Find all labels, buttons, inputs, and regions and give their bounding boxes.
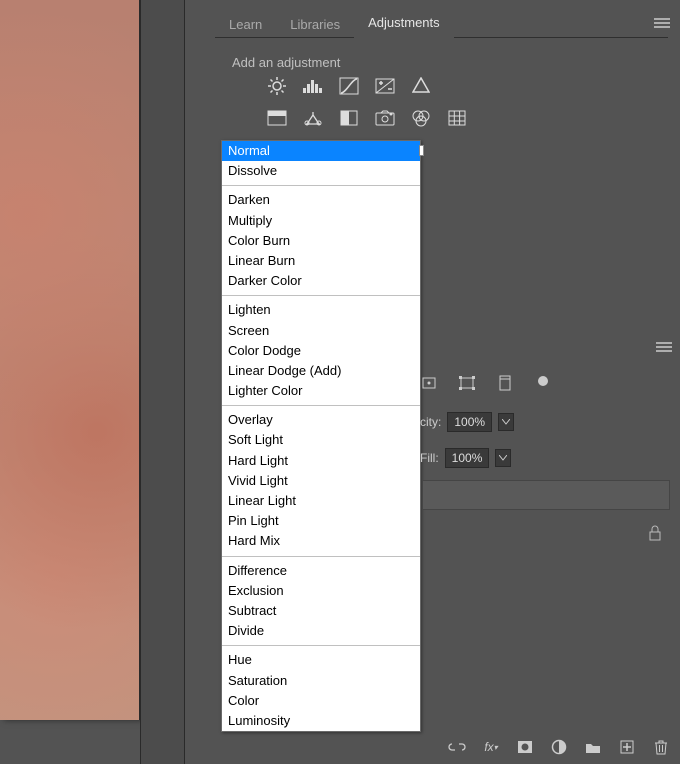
blend-mode-option[interactable]: Subtract (222, 601, 420, 621)
layers-filter-icons (420, 375, 552, 391)
tab-libraries[interactable]: Libraries (276, 10, 354, 39)
blend-mode-option[interactable]: Soft Light (222, 430, 420, 450)
blend-mode-option[interactable]: Multiply (222, 211, 420, 231)
dropdown-separator (222, 295, 420, 296)
lock-icon[interactable] (648, 525, 662, 544)
blend-mode-option[interactable]: Color Dodge (222, 341, 420, 361)
camera-raw-icon[interactable] (374, 108, 396, 128)
blend-mode-option[interactable]: Hard Light (222, 451, 420, 471)
document-canvas[interactable] (0, 0, 140, 720)
new-layer-icon[interactable] (618, 738, 636, 756)
opacity-label: city: (420, 415, 441, 429)
blend-mode-option[interactable]: Darker Color (222, 271, 420, 291)
blend-mode-option[interactable]: Pin Light (222, 511, 420, 531)
layers-bottom-bar: fx▾ (444, 736, 670, 758)
dropdown-separator (222, 185, 420, 186)
dropdown-separator (222, 645, 420, 646)
levels-icon[interactable] (302, 76, 324, 96)
dropdown-separator (222, 556, 420, 557)
link-layers-icon[interactable] (448, 738, 466, 756)
blend-mode-option[interactable]: Lighter Color (222, 381, 420, 401)
fill-chevron-icon[interactable] (495, 449, 511, 467)
transform-icon[interactable] (458, 375, 476, 391)
blend-mode-option[interactable]: Exclusion (222, 581, 420, 601)
channel-mixer-icon[interactable] (410, 108, 432, 128)
fill-value[interactable]: 100% (445, 448, 490, 468)
adjustment-layer-icon[interactable] (550, 738, 568, 756)
blend-mode-option[interactable]: Hard Mix (222, 531, 420, 551)
link-icon[interactable] (420, 375, 438, 391)
tab-learn[interactable]: Learn (215, 10, 276, 39)
opacity-value[interactable]: 100% (447, 412, 492, 432)
vibrance-icon[interactable] (410, 76, 432, 96)
group-icon[interactable] (584, 738, 602, 756)
blend-mode-option[interactable]: Saturation (222, 671, 420, 691)
panel-menu-icon[interactable] (654, 18, 670, 31)
black-white-icon[interactable] (338, 108, 360, 128)
blend-mode-option[interactable]: Normal (222, 141, 420, 161)
adjustment-icon-row-1 (266, 76, 432, 96)
blend-mode-option[interactable]: Difference (222, 561, 420, 581)
blend-mode-option[interactable]: Linear Dodge (Add) (222, 361, 420, 381)
blend-mode-dropdown[interactable]: NormalDissolveDarkenMultiplyColor BurnLi… (221, 140, 421, 732)
panel-gutter (140, 0, 185, 764)
tab-adjustments[interactable]: Adjustments (354, 8, 454, 39)
color-balance-icon[interactable] (302, 108, 324, 128)
opacity-chevron-icon[interactable] (498, 413, 514, 431)
blend-mode-option[interactable]: Linear Burn (222, 251, 420, 271)
blend-mode-option[interactable]: Luminosity (222, 711, 420, 731)
blend-mode-option[interactable]: Color (222, 691, 420, 711)
blend-mode-option[interactable]: Overlay (222, 410, 420, 430)
adjustment-icon-row-2 (266, 108, 468, 128)
photo-filter-icon[interactable] (266, 108, 288, 128)
blend-mode-option[interactable]: Divide (222, 621, 420, 641)
mask-icon[interactable] (516, 738, 534, 756)
blend-mode-option[interactable]: Vivid Light (222, 471, 420, 491)
artboard-icon[interactable] (496, 375, 514, 391)
color-lookup-icon[interactable] (446, 108, 468, 128)
blend-mode-option[interactable]: Dissolve (222, 161, 420, 181)
fill-label: Fill: (420, 451, 439, 465)
layers-panel-menu-icon[interactable] (656, 340, 672, 355)
panel-tabs: Learn Libraries Adjustments (215, 9, 454, 39)
blend-mode-option[interactable]: Lighten (222, 300, 420, 320)
exposure-icon[interactable] (374, 76, 396, 96)
layer-row[interactable] (422, 480, 670, 510)
blend-mode-option[interactable]: Hue (222, 650, 420, 670)
curves-icon[interactable] (338, 76, 360, 96)
add-adjustment-label: Add an adjustment (232, 55, 340, 70)
blend-mode-option[interactable]: Darken (222, 190, 420, 210)
blend-mode-option[interactable]: Screen (222, 321, 420, 341)
dropdown-separator (222, 405, 420, 406)
blend-mode-option[interactable]: Color Burn (222, 231, 420, 251)
fx-icon[interactable]: fx▾ (482, 738, 500, 756)
blend-mode-option[interactable]: Linear Light (222, 491, 420, 511)
brightness-contrast-icon[interactable] (266, 76, 288, 96)
trash-icon[interactable] (652, 738, 670, 756)
pin-icon[interactable] (534, 375, 552, 391)
